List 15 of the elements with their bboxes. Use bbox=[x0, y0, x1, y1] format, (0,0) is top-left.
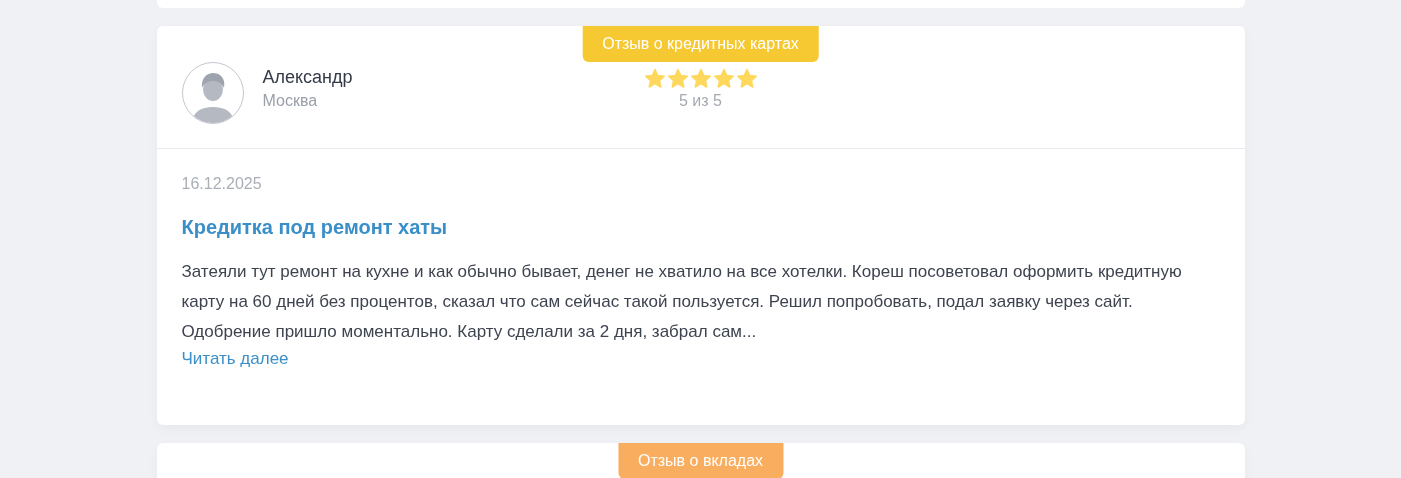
star-icon bbox=[666, 68, 689, 90]
author-city: Москва bbox=[262, 91, 319, 110]
avatar-icon bbox=[181, 62, 244, 124]
category-badge: Отзыв о вкладах bbox=[618, 443, 783, 478]
author-name: Александр bbox=[262, 66, 353, 88]
star-icon bbox=[643, 68, 666, 90]
star-icon bbox=[712, 68, 735, 90]
star-icon bbox=[735, 68, 758, 90]
star-icon bbox=[689, 68, 712, 90]
review-date: 16.12.2025 bbox=[181, 175, 262, 193]
read-more-link[interactable]: Читать далее bbox=[181, 347, 289, 371]
review-title: Кредитка под ремонт хаты bbox=[181, 216, 448, 239]
category-badge: Отзыв о кредитных картах bbox=[582, 26, 819, 62]
review-text: Затеяли тут ремонт на кухне и как обычно бывает, денег не хватило на все хотелки. Кореш посоветовал оформить кредитную карту на 60 дней без процентов, сказал что сам сейчас такой пользуется. Решил попробовать, подал заявку через сайт. Одобрение пришло моментально. Карту сделали за 2 дня, забрал сам... bbox=[181, 261, 1183, 343]
rating-text: 5 из 5 bbox=[679, 92, 722, 110]
